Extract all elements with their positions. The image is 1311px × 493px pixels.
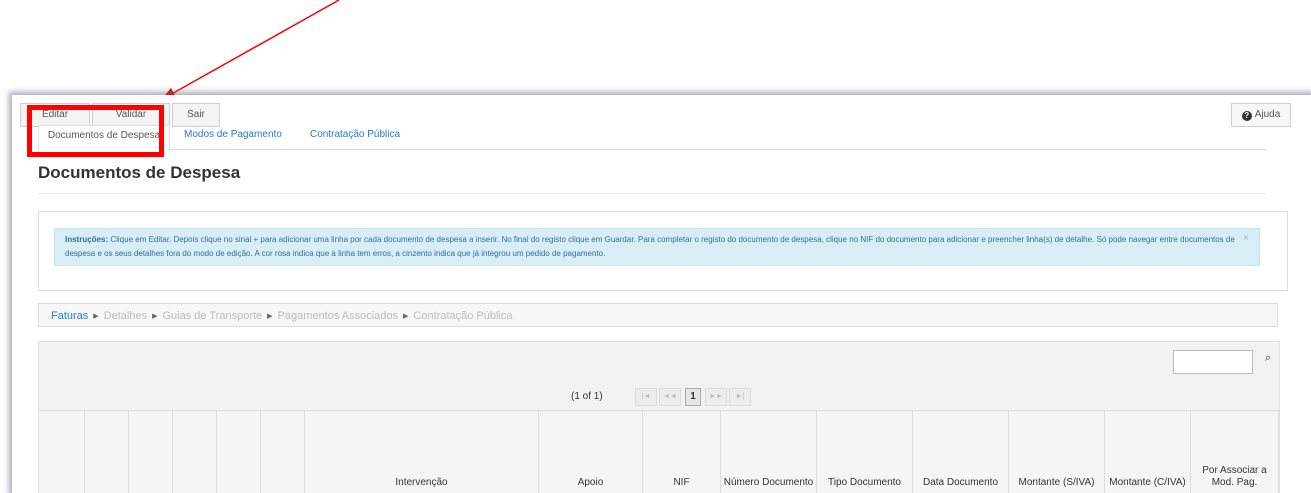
column-header-12[interactable]: Data Documento <box>913 411 1009 493</box>
column-header-9[interactable]: NIF <box>643 411 721 493</box>
help-button[interactable]: ? Ajuda <box>1231 103 1291 127</box>
column-header-15[interactable]: Por Associar a Mod. Pag. <box>1191 411 1279 493</box>
help-label: Ajuda <box>1254 109 1281 120</box>
page-title: Documentos de Despesa <box>38 163 241 182</box>
search-icon[interactable]: ⌕ <box>1265 352 1271 365</box>
instructions-alert: Instruções: Clique em Editar. Depois cli… <box>54 228 1260 266</box>
divider <box>38 193 1266 194</box>
column-header-14[interactable]: Montante (C/IVA) <box>1105 411 1191 493</box>
next-page-button[interactable]: ►► <box>705 388 727 406</box>
chevron-right-icon: ▶ <box>152 313 158 320</box>
column-header-11[interactable]: Tipo Documento <box>817 411 913 493</box>
tab-bar: Documentos de Despesa Modos de Pagamento… <box>38 125 1266 151</box>
last-page-button[interactable]: ►| <box>729 388 751 406</box>
toolbar: Editar Validar Sair ? Ajuda <box>12 103 1297 127</box>
tab-modos-de-pagamento[interactable]: Modos de Pagamento <box>184 125 282 149</box>
chevron-right-icon: ▶ <box>93 313 99 320</box>
chevron-right-icon: ▶ <box>267 313 273 320</box>
instructions-text: Clique em Editar. Depois clique no sinal… <box>65 235 1235 258</box>
table-header: Intervenção Apoio NIF Número Documento Tipo … <box>39 410 1279 493</box>
prev-page-button[interactable]: ◄◄ <box>659 388 681 406</box>
app-window: Editar Validar Sair ? Ajuda Documentos de… <box>12 95 1311 493</box>
tab-contratacao-publica[interactable]: Contratação Pública <box>310 125 400 149</box>
chevron-right-icon: ▶ <box>403 313 409 320</box>
breadcrumb-contratacao-publica: Contratação Pública <box>413 310 513 322</box>
column-header-2[interactable] <box>85 411 129 493</box>
annotation-highlight-box <box>27 105 164 157</box>
page-1-button[interactable]: 1 <box>685 388 701 406</box>
breadcrumb-detalhes: Detalhes <box>103 310 148 322</box>
page-count: (1 of 1) <box>571 391 603 402</box>
instructions-label: Instruções: <box>65 235 109 244</box>
exit-button[interactable]: Sair <box>172 103 220 127</box>
column-header-13[interactable]: Montante (S/IVA) <box>1009 411 1105 493</box>
data-table-panel: ⌕ (1 of 1) |◄ ◄◄ 1 ►► ►| Intervenção Apoi… <box>38 341 1280 493</box>
column-header-7[interactable]: Intervenção <box>305 411 539 493</box>
column-header-5[interactable] <box>217 411 261 493</box>
first-page-button[interactable]: |◄ <box>635 388 657 406</box>
paginator: (1 of 1) |◄ ◄◄ 1 ►► ►| <box>571 388 751 406</box>
column-header-10[interactable]: Número Documento <box>721 411 817 493</box>
breadcrumb-guias-de-transporte: Guias de Transporte <box>162 310 263 322</box>
column-header-1[interactable] <box>39 411 85 493</box>
column-header-8[interactable]: Apoio <box>539 411 643 493</box>
column-header-3[interactable] <box>129 411 173 493</box>
column-header-4[interactable] <box>173 411 217 493</box>
close-icon[interactable]: × <box>1243 232 1249 246</box>
breadcrumb: Faturas ▶ Detalhes ▶ Guias de Transporte ▶ Pag… <box>38 303 1278 327</box>
breadcrumb-faturas[interactable]: Faturas <box>51 310 88 322</box>
search-input[interactable] <box>1173 350 1253 374</box>
question-icon: ? <box>1241 111 1252 121</box>
instructions-panel: Instruções: Clique em Editar. Depois cli… <box>38 211 1288 291</box>
breadcrumb-pagamentos-associados: Pagamentos Associados <box>277 310 399 322</box>
column-header-6[interactable] <box>261 411 305 493</box>
